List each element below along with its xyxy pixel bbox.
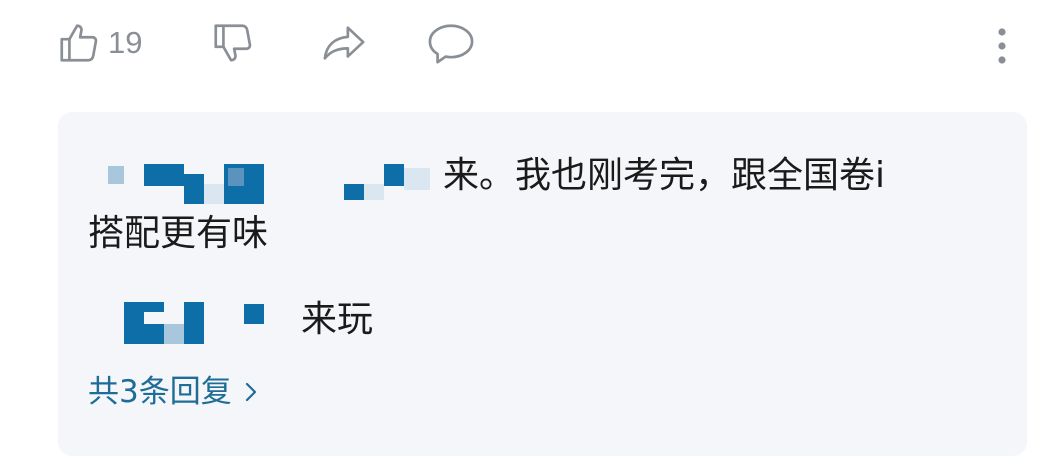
comment-icon [428,24,474,64]
like-count: 19 [108,25,143,60]
comment-text-line-1: 来。我也刚考完，跟全国卷i [443,155,886,196]
more-vertical-icon [998,28,1006,64]
action-bar: 19 [0,0,1063,90]
like-button[interactable]: 19 [56,18,142,68]
dislike-button[interactable] [210,18,256,68]
comment-text-line-2: 搭配更有味 [88,213,269,254]
comment-button[interactable] [426,18,476,68]
reply-preview-card[interactable]: 来。我也刚考完，跟全国卷i 搭配更有味 来玩 共3条回复 [58,112,1027,456]
chevron-right-icon [245,382,256,402]
view-replies-link[interactable]: 共3条回复 [88,370,258,414]
view-replies-label: 共3条回复 [88,374,232,410]
share-icon [323,26,365,60]
thumbs-down-icon [214,24,252,62]
more-options-button[interactable] [988,22,1016,72]
reply-text: 来玩 [301,299,374,340]
thumbs-up-icon [60,24,98,62]
share-button[interactable] [320,18,368,68]
